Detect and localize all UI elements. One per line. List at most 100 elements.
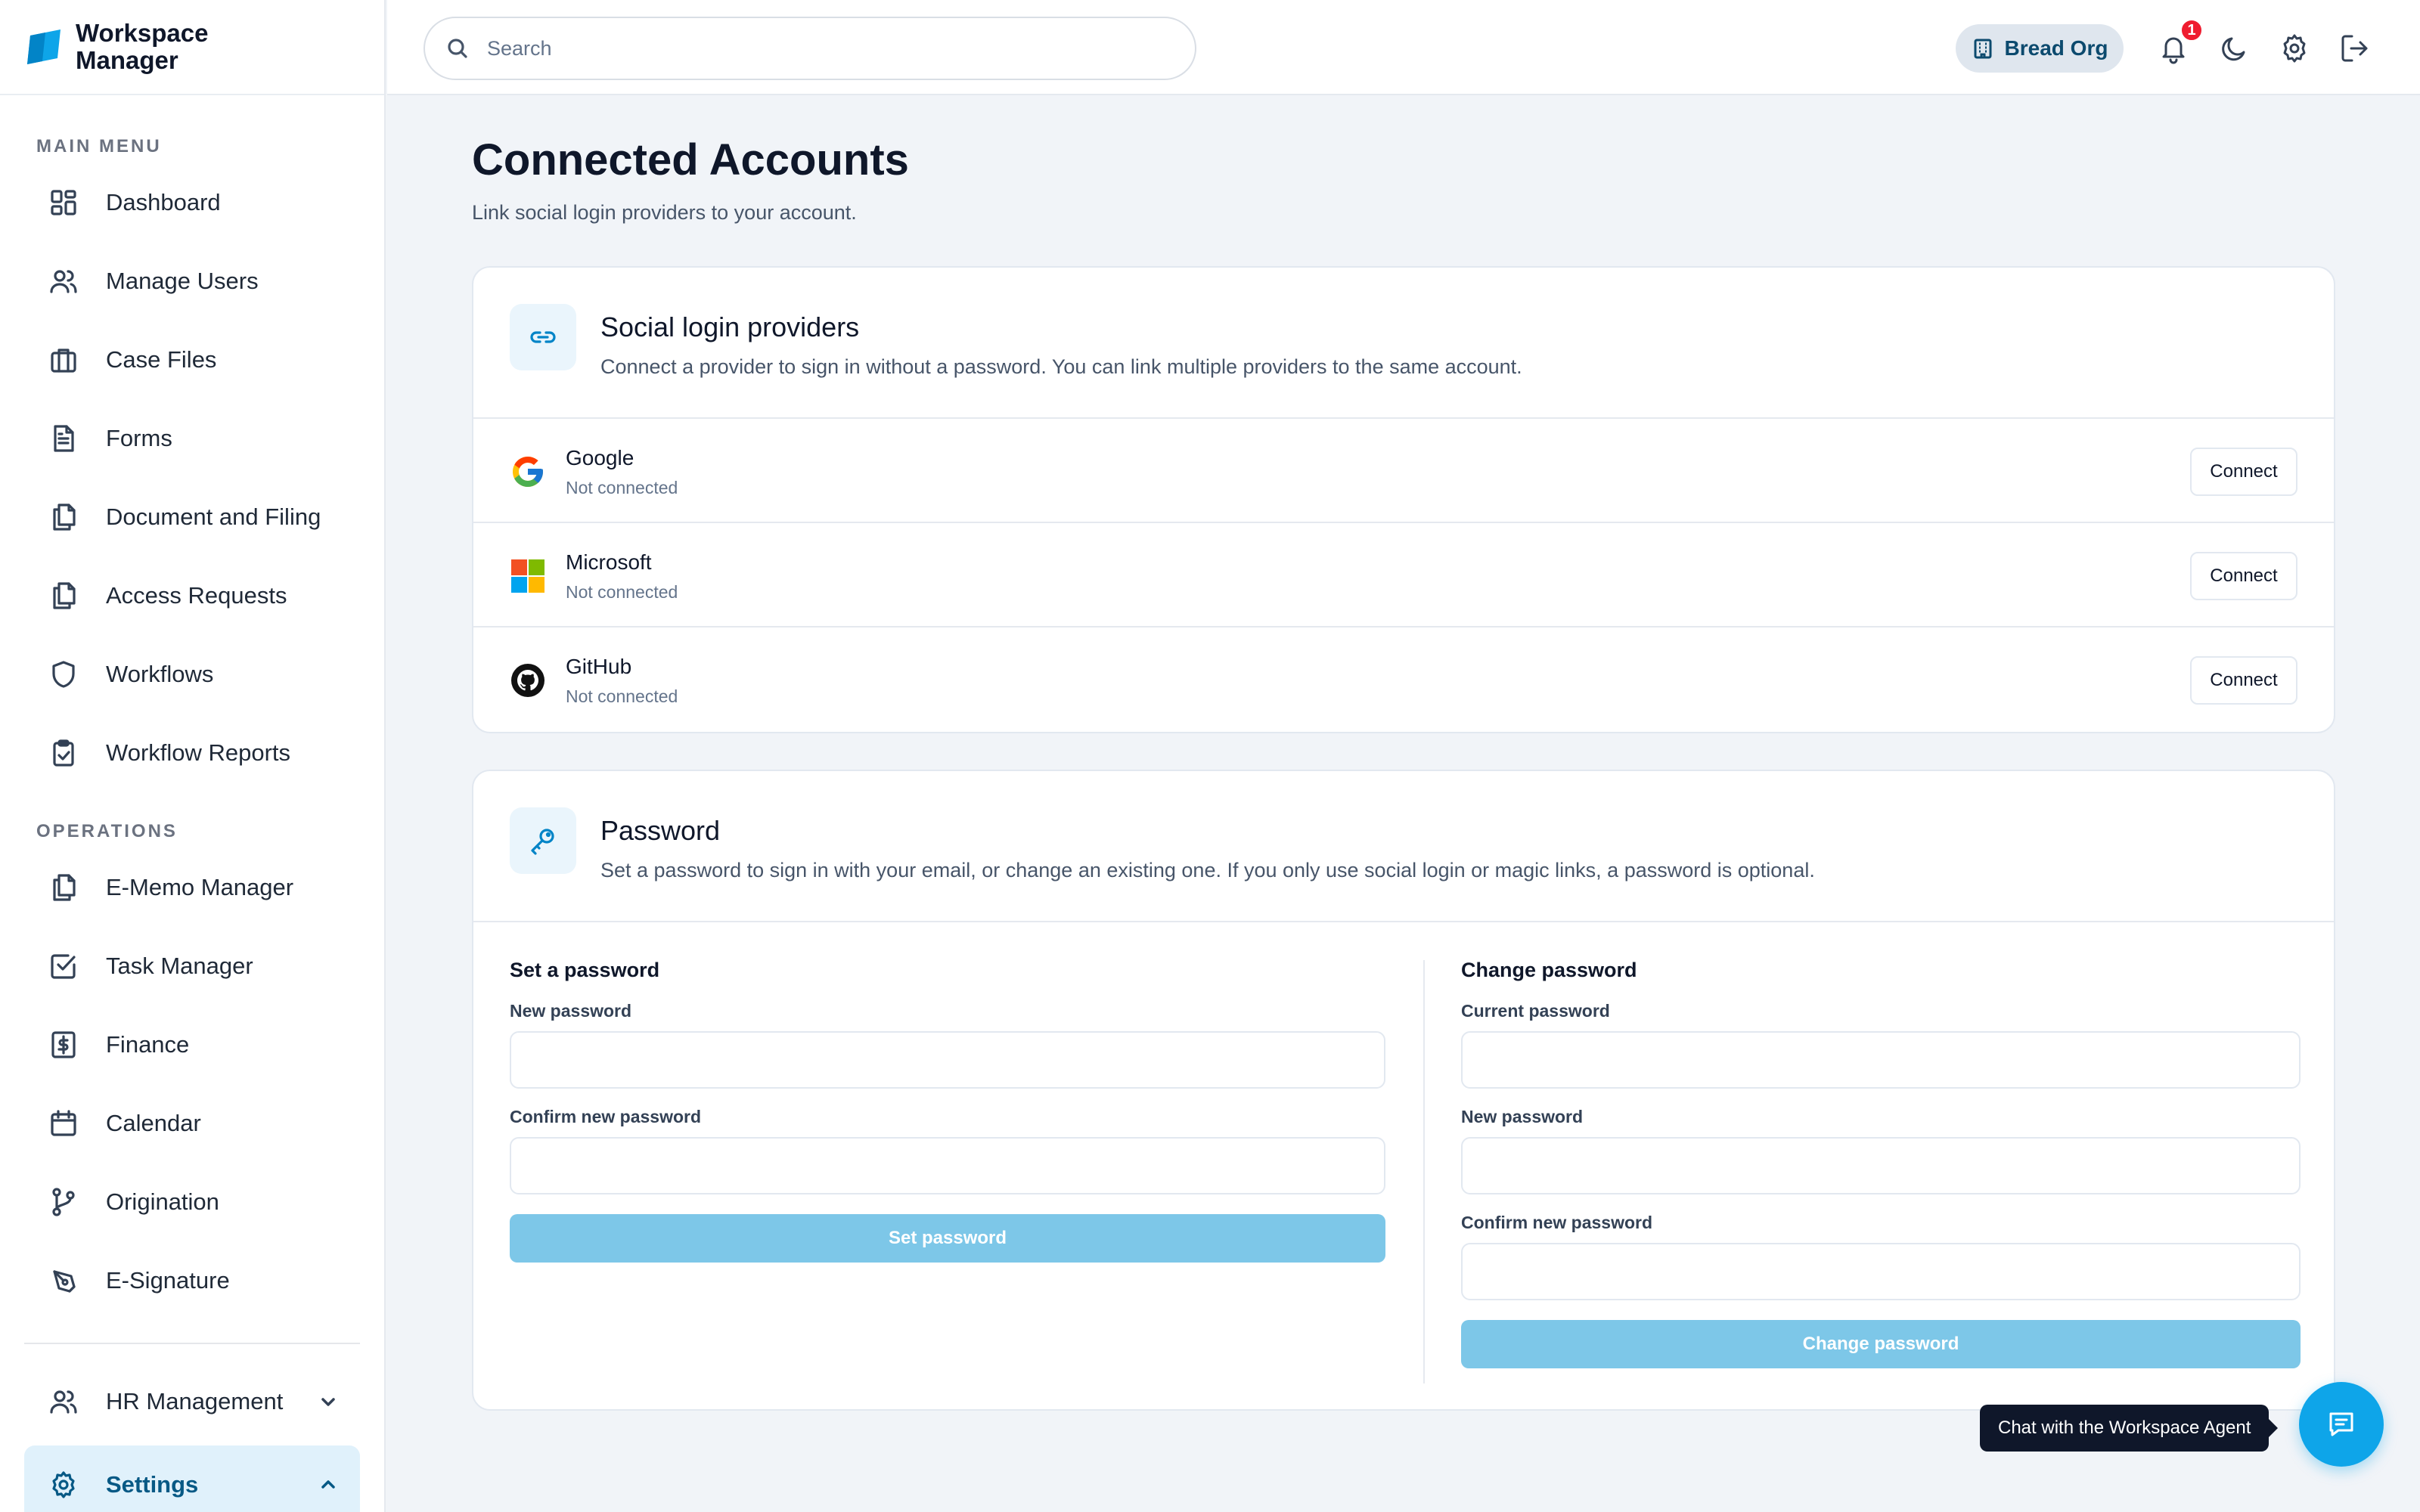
building-icon xyxy=(1974,39,1992,59)
org-name: Bread Org xyxy=(2004,36,2108,60)
sidebar-item-workflows[interactable]: Workflows xyxy=(24,635,360,714)
search-icon xyxy=(448,39,467,58)
shield-icon xyxy=(48,659,79,689)
sidebar-item-origination[interactable]: Origination xyxy=(24,1163,360,1241)
file-text-icon xyxy=(48,423,79,454)
sidebar-item-label: Document and Filing xyxy=(106,503,321,530)
provider-row-microsoft: Microsoft Not connected Connect xyxy=(473,523,2334,627)
sidebar-item-hr-management[interactable]: HR Management xyxy=(24,1362,360,1441)
github-icon xyxy=(511,664,544,697)
confirm-password-label: Confirm new password xyxy=(1461,1213,1653,1232)
provider-name: Google xyxy=(566,446,634,469)
sidebar-item-label: E-Memo Manager xyxy=(106,874,294,900)
password-card-description: Set a password to sign in with your emai… xyxy=(600,859,1815,881)
chevron-down-icon xyxy=(318,1391,339,1412)
brand-line-1: Workspace xyxy=(76,19,209,47)
gear-icon xyxy=(2283,34,2306,63)
check-square-icon xyxy=(48,951,79,981)
new-password-label: New password xyxy=(1461,1107,1584,1126)
dollar-icon xyxy=(48,1030,79,1060)
sidebar-item-label: Workflows xyxy=(106,661,214,687)
sidebar-item-forms[interactable]: Forms xyxy=(24,399,360,478)
provider-status: Not connected xyxy=(566,686,678,706)
git-branch-icon xyxy=(48,1187,79,1217)
sidebar-item-calendar[interactable]: Calendar xyxy=(24,1084,360,1163)
password-card-title: Password xyxy=(600,815,721,846)
current-password-field[interactable] xyxy=(1461,1031,2301,1089)
sidebar-item-e-memo-manager[interactable]: E-Memo Manager xyxy=(24,848,360,927)
users-icon xyxy=(48,1387,79,1417)
connect-github-button[interactable]: Connect xyxy=(2190,656,2297,705)
connect-microsoft-button[interactable]: Connect xyxy=(2190,552,2297,600)
sidebar-item-label: Dashboard xyxy=(106,189,221,215)
set-confirm-password-field[interactable] xyxy=(510,1137,1385,1194)
sidebar-item-label: Calendar xyxy=(106,1110,201,1136)
clipboard-check-icon xyxy=(48,738,79,768)
change-confirm-password-field[interactable] xyxy=(1461,1243,2301,1300)
sidebar-divider xyxy=(24,1343,360,1344)
connect-google-button[interactable]: Connect xyxy=(2190,448,2297,496)
search-box[interactable] xyxy=(424,17,1196,80)
change-password-button[interactable]: Change password xyxy=(1461,1320,2301,1368)
sidebar-item-label: Forms xyxy=(106,425,172,451)
search-input[interactable] xyxy=(487,36,1168,60)
calendar-icon xyxy=(48,1108,79,1139)
sidebar-item-task-manager[interactable]: Task Manager xyxy=(24,927,360,1005)
chat-agent-button[interactable] xyxy=(2299,1382,2384,1467)
moon-icon xyxy=(2222,37,2245,61)
chat-tooltip: Chat with the Workspace Agent xyxy=(1980,1405,2279,1452)
key-icon xyxy=(510,807,576,874)
sidebar-item-label: Workflow Reports xyxy=(106,739,291,766)
provider-status: Not connected xyxy=(566,478,678,497)
sidebar-item-label: Task Manager xyxy=(106,953,253,979)
dashboard-icon xyxy=(48,187,79,218)
sidebar-item-access-requests[interactable]: Access Requests xyxy=(24,556,360,635)
sidebar-item-settings[interactable]: Settings xyxy=(24,1445,360,1512)
message-icon xyxy=(2329,1412,2353,1436)
settings-button[interactable] xyxy=(2276,30,2313,67)
operations-label: OPERATIONS xyxy=(36,821,178,841)
sidebar-item-label: Finance xyxy=(106,1031,190,1058)
sidebar-item-label: E-Signature xyxy=(106,1267,230,1294)
set-password-button[interactable]: Set password xyxy=(510,1214,1385,1263)
new-password-label: New password xyxy=(510,1001,632,1021)
sidebar-item-finance[interactable]: Finance xyxy=(24,1005,360,1084)
current-password-label: Current password xyxy=(1461,1001,1610,1021)
sidebar-item-label: Manage Users xyxy=(106,268,259,294)
sidebar-item-case-files[interactable]: Case Files xyxy=(24,321,360,399)
social-login-card: Social login providers Connect a provide… xyxy=(472,266,2335,733)
logout-icon xyxy=(2341,35,2368,62)
social-card-title: Social login providers xyxy=(600,311,860,342)
sidebar-item-dashboard[interactable]: Dashboard xyxy=(24,163,360,242)
sidebar-item-e-signature[interactable]: E-Signature xyxy=(24,1241,360,1320)
set-password-section: Set a password New password Confirm new … xyxy=(510,959,1385,1263)
password-card-header: Password Set a password to sign in with … xyxy=(473,771,2334,922)
confirm-password-label: Confirm new password xyxy=(510,1107,702,1126)
social-card-description: Connect a provider to sign in without a … xyxy=(600,355,1522,378)
org-switcher-button[interactable]: Bread Org xyxy=(1956,24,2124,73)
provider-row-google: Google Not connected Connect xyxy=(473,419,2334,523)
change-new-password-field[interactable] xyxy=(1461,1137,2301,1194)
sidebar-item-manage-users[interactable]: Manage Users xyxy=(24,242,360,321)
logout-button[interactable] xyxy=(2337,30,2373,67)
sidebar: Workspace Manager MAIN MENU Dashboard Ma… xyxy=(0,0,386,1512)
sidebar-item-document-and-filing[interactable]: Document and Filing xyxy=(24,478,360,556)
brand-name: Workspace Manager xyxy=(76,20,208,74)
set-new-password-field[interactable] xyxy=(510,1031,1385,1089)
microsoft-icon xyxy=(511,559,544,593)
briefcase-icon xyxy=(48,345,79,375)
main-menu-label: MAIN MENU xyxy=(36,136,162,156)
brand[interactable]: Workspace Manager xyxy=(0,0,384,95)
page-title: Connected Accounts xyxy=(472,135,909,184)
provider-name: Microsoft xyxy=(566,550,652,574)
page-subtitle: Link social login providers to your acco… xyxy=(472,201,857,224)
files-icon xyxy=(48,581,79,611)
workspace-logo-icon xyxy=(27,29,60,64)
sidebar-item-workflow-reports[interactable]: Workflow Reports xyxy=(24,714,360,792)
theme-toggle-button[interactable] xyxy=(2216,30,2252,67)
password-card: Password Set a password to sign in with … xyxy=(472,770,2335,1411)
sidebar-item-label: HR Management xyxy=(106,1388,284,1414)
files-icon xyxy=(48,872,79,903)
sidebar-item-label: Settings xyxy=(106,1471,199,1498)
gear-icon xyxy=(48,1470,79,1500)
